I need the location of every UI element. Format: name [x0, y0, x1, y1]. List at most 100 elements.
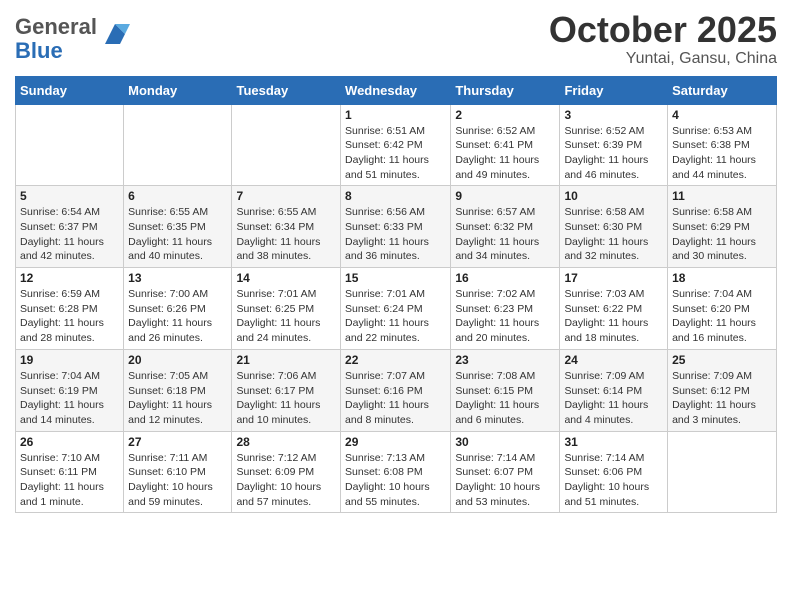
calendar-week-row: 1 Sunrise: 6:51 AM Sunset: 6:42 PM Daylig…	[16, 104, 777, 186]
day-info: Sunrise: 6:51 AM Sunset: 6:42 PM Dayligh…	[345, 124, 446, 183]
calendar-cell	[668, 431, 777, 513]
calendar-cell: 30Sunrise: 7:14 AM Sunset: 6:07 PM Dayli…	[451, 431, 560, 513]
day-info: Sunrise: 7:14 AM Sunset: 6:07 PM Dayligh…	[455, 451, 555, 510]
calendar-table: Sunday Monday Tuesday Wednesday Thursday…	[15, 76, 777, 514]
day-number: 4	[672, 108, 772, 122]
calendar-cell: 29Sunrise: 7:13 AM Sunset: 6:08 PM Dayli…	[341, 431, 451, 513]
day-info: Sunrise: 7:04 AM Sunset: 6:19 PM Dayligh…	[20, 369, 119, 428]
day-number: 11	[672, 189, 772, 203]
day-info: Sunrise: 6:55 AM Sunset: 6:35 PM Dayligh…	[128, 205, 227, 264]
calendar-cell: 18 Sunrise: 7:04 AM Sunset: 6:20 PM Dayli…	[668, 268, 777, 350]
day-number: 21	[236, 353, 336, 367]
day-number: 20	[128, 353, 227, 367]
calendar-week-row: 26Sunrise: 7:10 AM Sunset: 6:11 PM Dayli…	[16, 431, 777, 513]
calendar-cell	[124, 104, 232, 186]
day-number: 8	[345, 189, 446, 203]
day-info: Sunrise: 6:59 AM Sunset: 6:28 PM Dayligh…	[20, 287, 119, 346]
calendar-cell: 9Sunrise: 6:57 AM Sunset: 6:32 PM Daylig…	[451, 186, 560, 268]
day-number: 15	[345, 271, 446, 285]
day-number: 31	[564, 435, 663, 449]
calendar-cell: 1 Sunrise: 6:51 AM Sunset: 6:42 PM Daylig…	[341, 104, 451, 186]
col-thursday: Thursday	[451, 76, 560, 104]
calendar-cell: 22 Sunrise: 7:07 AM Sunset: 6:16 PM Dayli…	[341, 349, 451, 431]
day-info: Sunrise: 7:06 AM Sunset: 6:17 PM Dayligh…	[236, 369, 336, 428]
page-container: General Blue October 2025 Yuntai, Gansu,…	[0, 0, 792, 523]
logo-blue: Blue	[15, 38, 63, 63]
calendar-cell: 4 Sunrise: 6:53 AM Sunset: 6:38 PM Daylig…	[668, 104, 777, 186]
calendar-cell: 10Sunrise: 6:58 AM Sunset: 6:30 PM Dayli…	[560, 186, 668, 268]
title-area: October 2025 Yuntai, Gansu, China	[549, 10, 777, 68]
calendar-cell: 17 Sunrise: 7:03 AM Sunset: 6:22 PM Dayli…	[560, 268, 668, 350]
day-number: 17	[564, 271, 663, 285]
col-sunday: Sunday	[16, 76, 124, 104]
day-info: Sunrise: 7:00 AM Sunset: 6:26 PM Dayligh…	[128, 287, 227, 346]
day-info: Sunrise: 6:56 AM Sunset: 6:33 PM Dayligh…	[345, 205, 446, 264]
calendar-cell: 23 Sunrise: 7:08 AM Sunset: 6:15 PM Dayli…	[451, 349, 560, 431]
day-info: Sunrise: 7:09 AM Sunset: 6:12 PM Dayligh…	[672, 369, 772, 428]
calendar-cell: 25 Sunrise: 7:09 AM Sunset: 6:12 PM Dayli…	[668, 349, 777, 431]
day-info: Sunrise: 7:04 AM Sunset: 6:20 PM Dayligh…	[672, 287, 772, 346]
day-number: 16	[455, 271, 555, 285]
calendar-cell: 8 Sunrise: 6:56 AM Sunset: 6:33 PM Daylig…	[341, 186, 451, 268]
calendar-week-row: 19 Sunrise: 7:04 AM Sunset: 6:19 PM Dayli…	[16, 349, 777, 431]
calendar-cell	[232, 104, 341, 186]
day-info: Sunrise: 7:02 AM Sunset: 6:23 PM Dayligh…	[455, 287, 555, 346]
col-monday: Monday	[124, 76, 232, 104]
day-number: 7	[236, 189, 336, 203]
calendar-cell	[16, 104, 124, 186]
calendar-cell: 2Sunrise: 6:52 AM Sunset: 6:41 PM Daylig…	[451, 104, 560, 186]
calendar-cell: 7 Sunrise: 6:55 AM Sunset: 6:34 PM Daylig…	[232, 186, 341, 268]
day-info: Sunrise: 7:03 AM Sunset: 6:22 PM Dayligh…	[564, 287, 663, 346]
day-info: Sunrise: 7:11 AM Sunset: 6:10 PM Dayligh…	[128, 451, 227, 510]
col-saturday: Saturday	[668, 76, 777, 104]
day-number: 26	[20, 435, 119, 449]
calendar-cell: 21 Sunrise: 7:06 AM Sunset: 6:17 PM Dayli…	[232, 349, 341, 431]
calendar-header-row: Sunday Monday Tuesday Wednesday Thursday…	[16, 76, 777, 104]
day-info: Sunrise: 7:07 AM Sunset: 6:16 PM Dayligh…	[345, 369, 446, 428]
day-info: Sunrise: 6:55 AM Sunset: 6:34 PM Dayligh…	[236, 205, 336, 264]
col-friday: Friday	[560, 76, 668, 104]
day-number: 6	[128, 189, 227, 203]
col-wednesday: Wednesday	[341, 76, 451, 104]
calendar-cell: 16 Sunrise: 7:02 AM Sunset: 6:23 PM Dayli…	[451, 268, 560, 350]
day-info: Sunrise: 6:52 AM Sunset: 6:41 PM Dayligh…	[455, 124, 555, 183]
day-info: Sunrise: 6:53 AM Sunset: 6:38 PM Dayligh…	[672, 124, 772, 183]
day-number: 25	[672, 353, 772, 367]
day-info: Sunrise: 7:14 AM Sunset: 6:06 PM Dayligh…	[564, 451, 663, 510]
day-info: Sunrise: 7:01 AM Sunset: 6:25 PM Dayligh…	[236, 287, 336, 346]
calendar-cell: 20 Sunrise: 7:05 AM Sunset: 6:18 PM Dayli…	[124, 349, 232, 431]
calendar-cell: 27 Sunrise: 7:11 AM Sunset: 6:10 PM Dayli…	[124, 431, 232, 513]
day-number: 12	[20, 271, 119, 285]
calendar-week-row: 5Sunrise: 6:54 AM Sunset: 6:37 PM Daylig…	[16, 186, 777, 268]
day-number: 19	[20, 353, 119, 367]
calendar-cell: 14 Sunrise: 7:01 AM Sunset: 6:25 PM Dayli…	[232, 268, 341, 350]
calendar-cell: 31 Sunrise: 7:14 AM Sunset: 6:06 PM Dayli…	[560, 431, 668, 513]
header: General Blue October 2025 Yuntai, Gansu,…	[15, 10, 777, 68]
calendar-cell: 13 Sunrise: 7:00 AM Sunset: 6:26 PM Dayli…	[124, 268, 232, 350]
calendar-cell: 19 Sunrise: 7:04 AM Sunset: 6:19 PM Dayli…	[16, 349, 124, 431]
calendar-cell: 3Sunrise: 6:52 AM Sunset: 6:39 PM Daylig…	[560, 104, 668, 186]
day-number: 23	[455, 353, 555, 367]
day-number: 14	[236, 271, 336, 285]
logo-icon	[100, 19, 130, 49]
day-info: Sunrise: 7:05 AM Sunset: 6:18 PM Dayligh…	[128, 369, 227, 428]
calendar-cell: 6 Sunrise: 6:55 AM Sunset: 6:35 PM Daylig…	[124, 186, 232, 268]
day-info: Sunrise: 7:08 AM Sunset: 6:15 PM Dayligh…	[455, 369, 555, 428]
calendar-cell: 24Sunrise: 7:09 AM Sunset: 6:14 PM Dayli…	[560, 349, 668, 431]
day-info: Sunrise: 7:01 AM Sunset: 6:24 PM Dayligh…	[345, 287, 446, 346]
calendar-cell: 26Sunrise: 7:10 AM Sunset: 6:11 PM Dayli…	[16, 431, 124, 513]
day-number: 27	[128, 435, 227, 449]
day-number: 10	[564, 189, 663, 203]
day-number: 22	[345, 353, 446, 367]
location: Yuntai, Gansu, China	[549, 50, 777, 68]
day-number: 18	[672, 271, 772, 285]
day-number: 29	[345, 435, 446, 449]
day-number: 13	[128, 271, 227, 285]
day-number: 1	[345, 108, 446, 122]
day-info: Sunrise: 6:58 AM Sunset: 6:29 PM Dayligh…	[672, 205, 772, 264]
day-number: 3	[564, 108, 663, 122]
day-info: Sunrise: 7:12 AM Sunset: 6:09 PM Dayligh…	[236, 451, 336, 510]
calendar-cell: 11 Sunrise: 6:58 AM Sunset: 6:29 PM Dayli…	[668, 186, 777, 268]
month-title: October 2025	[549, 10, 777, 50]
calendar-cell: 5Sunrise: 6:54 AM Sunset: 6:37 PM Daylig…	[16, 186, 124, 268]
